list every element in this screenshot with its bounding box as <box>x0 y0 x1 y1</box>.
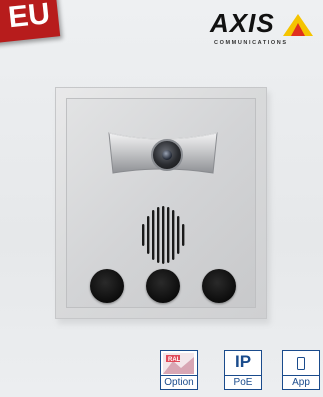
call-button-2 <box>146 269 180 303</box>
feature-app-label: App <box>283 375 319 389</box>
feature-option-label: Option <box>161 375 197 389</box>
svg-text:RAL: RAL <box>168 357 181 363</box>
option-image-icon: RAL <box>163 353 194 374</box>
camera-lens-glass <box>162 150 172 160</box>
door-station-panel <box>55 87 267 319</box>
feature-poe: IP PoE <box>224 350 262 390</box>
ip-text-icon: IP <box>234 352 252 371</box>
neu-badge: EU <box>0 0 61 44</box>
call-button-1 <box>90 269 124 303</box>
axis-logo: AXIS COMMUNICATIONS <box>210 8 320 50</box>
logo-tagline: COMMUNICATIONS <box>214 40 288 46</box>
feature-option: RAL Option <box>160 350 198 390</box>
feature-poe-label: PoE <box>225 375 261 389</box>
call-buttons <box>90 269 236 309</box>
panel-faceplate <box>66 98 256 308</box>
smartphone-icon <box>297 357 305 370</box>
camera-lens <box>151 139 183 171</box>
logo-triangle-icon <box>283 14 313 36</box>
logo-wordmark: AXIS <box>210 8 275 38</box>
call-button-3 <box>202 269 236 303</box>
speaker-grille <box>142 206 185 264</box>
feature-app: App <box>282 350 320 390</box>
